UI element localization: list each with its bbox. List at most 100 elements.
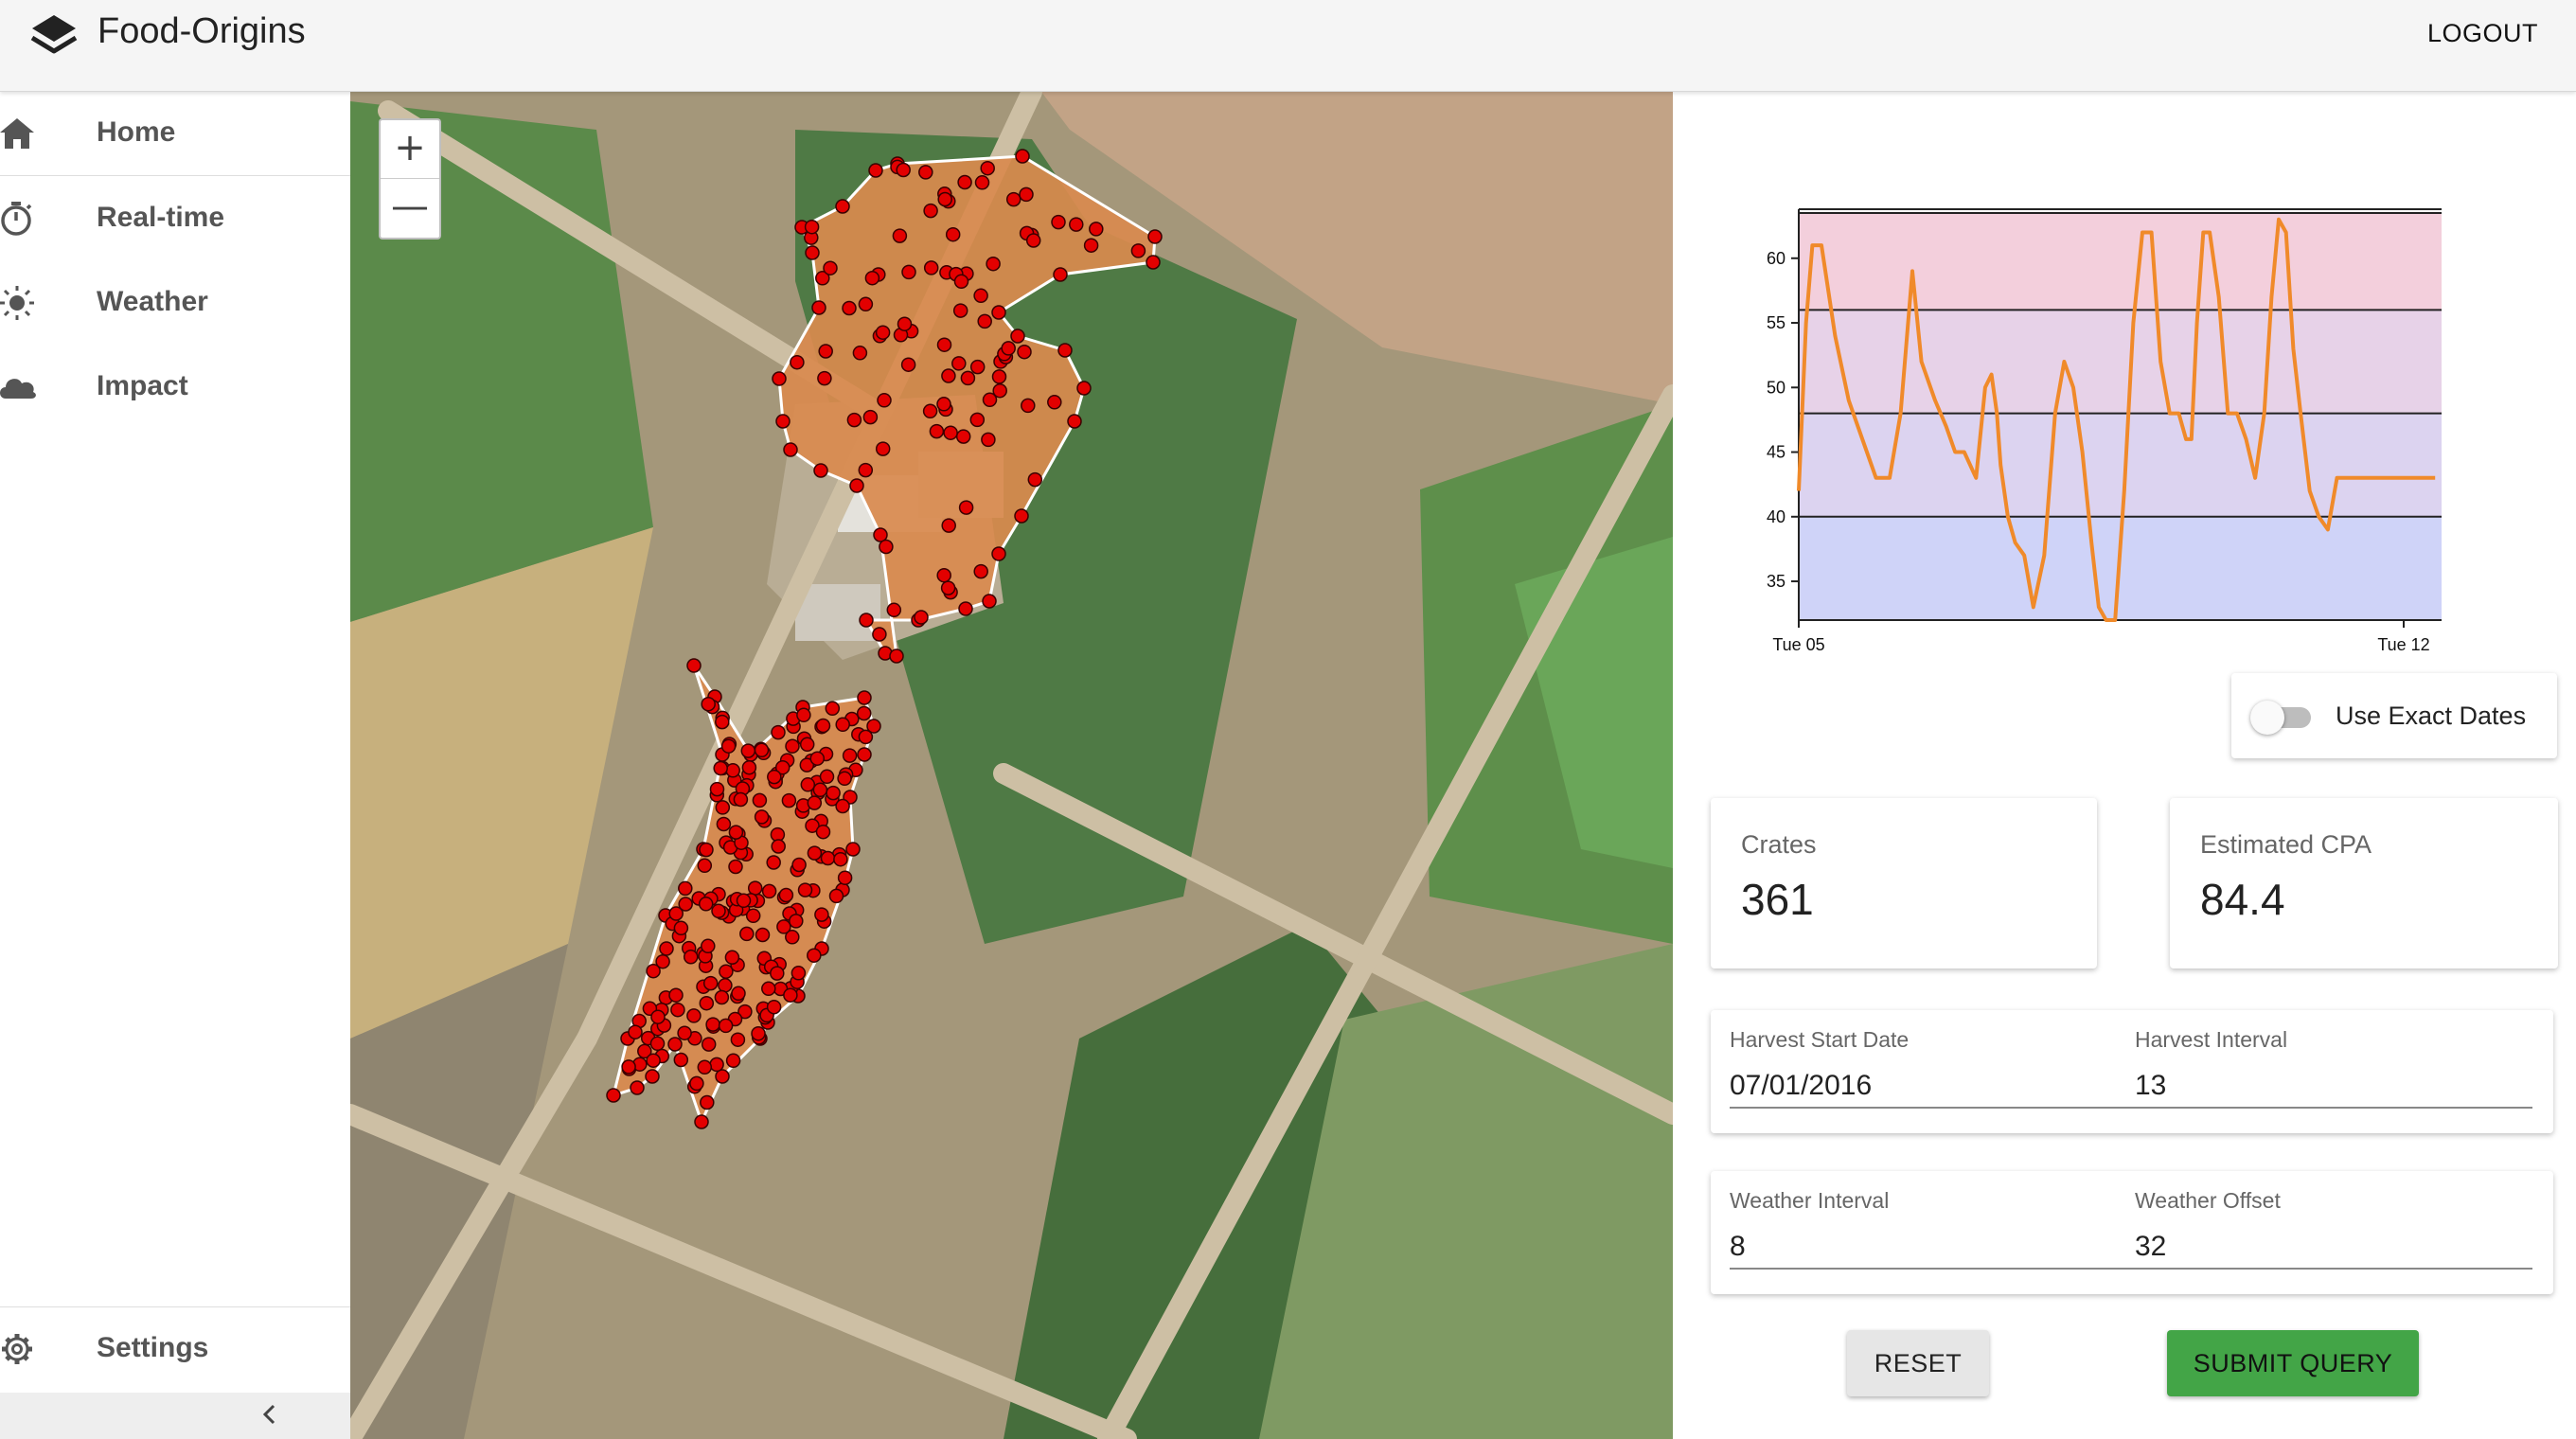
harvest-area-overlay[interactable]	[350, 92, 1673, 1439]
sample-point[interactable]	[818, 344, 833, 359]
sample-point[interactable]	[991, 546, 1006, 561]
sidebar-item-weather[interactable]: Weather	[0, 261, 350, 345]
sample-point[interactable]	[697, 858, 713, 874]
sample-point[interactable]	[1146, 255, 1161, 270]
sample-point[interactable]	[677, 1025, 692, 1040]
sample-point[interactable]	[697, 1059, 713, 1075]
sample-point[interactable]	[718, 978, 733, 993]
sidebar-item-impact[interactable]: Impact	[0, 346, 350, 429]
sample-point[interactable]	[728, 859, 743, 875]
sample-point[interactable]	[739, 926, 755, 942]
sample-point[interactable]	[1130, 243, 1146, 258]
toggle-thumb[interactable]	[2250, 701, 2284, 735]
sample-point[interactable]	[900, 357, 916, 372]
weather-interval-input[interactable]	[1730, 1226, 2135, 1270]
sample-point[interactable]	[646, 963, 661, 979]
sample-point[interactable]	[817, 370, 832, 386]
sample-point[interactable]	[857, 747, 872, 762]
sample-point[interactable]	[1010, 329, 1025, 344]
sample-point[interactable]	[842, 748, 858, 763]
sample-point[interactable]	[646, 1053, 661, 1068]
sample-point[interactable]	[799, 737, 815, 753]
sample-point[interactable]	[813, 463, 828, 478]
sample-point[interactable]	[767, 769, 782, 785]
sample-point[interactable]	[923, 260, 939, 275]
sample-point[interactable]	[879, 539, 894, 555]
sample-point[interactable]	[720, 738, 737, 754]
sample-point[interactable]	[1001, 341, 1016, 356]
sample-point[interactable]	[945, 226, 961, 242]
sample-point[interactable]	[730, 1032, 746, 1047]
sample-point[interactable]	[958, 601, 973, 616]
sample-point[interactable]	[952, 303, 968, 318]
sample-point[interactable]	[766, 855, 781, 870]
sample-point[interactable]	[766, 999, 782, 1015]
sample-point[interactable]	[771, 839, 786, 854]
sample-point[interactable]	[828, 888, 844, 904]
sample-point[interactable]	[986, 256, 1001, 272]
sample-point[interactable]	[715, 714, 730, 730]
sample-point[interactable]	[699, 995, 715, 1011]
sample-point[interactable]	[1021, 398, 1036, 414]
sample-point[interactable]	[991, 369, 1007, 384]
sample-point[interactable]	[747, 880, 763, 896]
sample-point[interactable]	[805, 245, 820, 260]
sample-point[interactable]	[1147, 229, 1163, 244]
sample-point[interactable]	[1014, 508, 1029, 524]
sample-point[interactable]	[791, 966, 807, 981]
sample-point[interactable]	[835, 199, 850, 214]
sample-point[interactable]	[645, 1069, 660, 1084]
sample-point[interactable]	[778, 887, 794, 903]
sample-point[interactable]	[673, 920, 689, 936]
sample-point[interactable]	[973, 563, 988, 579]
sample-point[interactable]	[922, 403, 938, 419]
sample-point[interactable]	[668, 987, 684, 1003]
sample-point[interactable]	[715, 800, 731, 815]
logout-button[interactable]: LOGOUT	[2427, 19, 2538, 48]
sample-point[interactable]	[889, 648, 904, 664]
sample-point[interactable]	[969, 359, 986, 375]
zoom-in-button[interactable]: +	[381, 120, 439, 178]
sample-point[interactable]	[826, 785, 841, 801]
sample-point[interactable]	[705, 1017, 720, 1032]
sample-point[interactable]	[875, 441, 891, 456]
sample-point[interactable]	[754, 742, 770, 758]
sample-point[interactable]	[709, 1057, 724, 1073]
harvest-start-input[interactable]	[1730, 1065, 2135, 1109]
sample-point[interactable]	[951, 356, 967, 371]
sample-point[interactable]	[809, 751, 826, 766]
sample-point[interactable]	[807, 845, 823, 861]
sample-point[interactable]	[992, 382, 1007, 399]
sample-point[interactable]	[689, 1075, 704, 1092]
sample-point[interactable]	[702, 975, 719, 991]
satellite-map[interactable]: + —	[350, 92, 1673, 1439]
sample-point[interactable]	[837, 771, 852, 787]
sample-point[interactable]	[982, 594, 997, 609]
sample-point[interactable]	[761, 981, 776, 997]
sample-point[interactable]	[957, 174, 972, 190]
sample-point[interactable]	[804, 219, 820, 235]
sample-point[interactable]	[771, 724, 786, 740]
sample-point[interactable]	[1067, 414, 1082, 429]
sample-point[interactable]	[901, 264, 916, 280]
sidebar-item-home[interactable]: Home	[0, 92, 350, 175]
sample-point[interactable]	[819, 769, 835, 785]
sample-point[interactable]	[937, 191, 952, 207]
sample-point[interactable]	[770, 966, 785, 981]
sample-point[interactable]	[835, 717, 850, 733]
sample-point[interactable]	[628, 1024, 643, 1039]
sample-point[interactable]	[776, 919, 791, 934]
sample-point[interactable]	[1017, 344, 1032, 360]
sample-point[interactable]	[807, 795, 823, 810]
sample-point[interactable]	[977, 313, 992, 329]
sample-point[interactable]	[1057, 343, 1073, 358]
sample-point[interactable]	[659, 941, 674, 956]
sample-point[interactable]	[1083, 238, 1099, 253]
sample-point[interactable]	[842, 300, 857, 316]
harvest-interval-input[interactable]	[2135, 1065, 2532, 1109]
sample-point[interactable]	[754, 809, 770, 825]
sample-point[interactable]	[936, 397, 951, 412]
sample-point[interactable]	[886, 602, 902, 618]
sample-point[interactable]	[741, 759, 757, 775]
sample-point[interactable]	[820, 850, 836, 866]
